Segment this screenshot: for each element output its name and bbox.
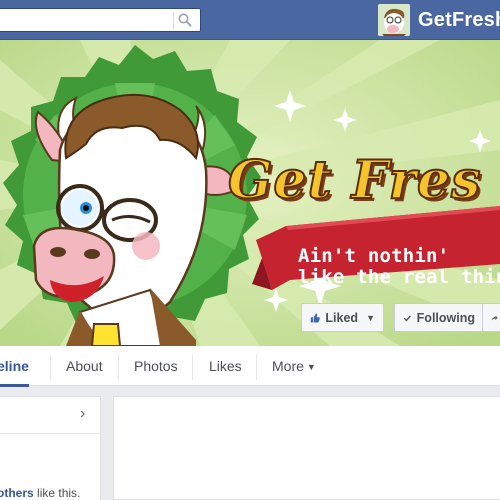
cover-slogan-line-1: Ain't nothin' (298, 245, 450, 267)
search-divider (173, 12, 174, 29)
chevron-down-icon: ▼ (366, 312, 375, 323)
cover-slogan: Ain't nothin' like the real thin (298, 246, 500, 288)
thumbs-up-icon (310, 313, 320, 322)
main-content-card (113, 396, 500, 500)
checkmark-icon (403, 314, 411, 321)
tab-about[interactable]: About (66, 346, 103, 386)
chevron-right-icon[interactable]: › (80, 405, 85, 423)
caret-down-icon: ▼ (306, 362, 316, 372)
likes-text: others like this. (0, 486, 80, 500)
tab-divider (118, 354, 119, 380)
share-button[interactable] (482, 303, 500, 332)
liked-label: Liked (325, 310, 359, 325)
others-link[interactable]: others (0, 486, 34, 500)
search-input[interactable] (0, 8, 201, 32)
tab-timeline[interactable]: eline (0, 346, 29, 387)
tab-divider (50, 354, 51, 380)
profile-link[interactable]: GetFresh (378, 4, 500, 36)
top-navigation-bar: GetFresh (0, 0, 500, 40)
tab-more[interactable]: More ▼ (272, 346, 316, 386)
tab-more-label: More (272, 358, 304, 374)
profile-name[interactable]: GetFresh (418, 9, 500, 32)
tab-likes[interactable]: Likes (209, 346, 242, 386)
likes-summary: others like this. (0, 474, 101, 500)
likes-suffix: like this. (33, 486, 81, 500)
tab-photos[interactable]: Photos (134, 346, 178, 386)
liked-button[interactable]: Liked ▼ (301, 303, 384, 332)
following-label: Following (416, 310, 475, 325)
cover-photo: Get Fres Ain't nothin' like the real thi… (0, 40, 500, 346)
following-button[interactable]: Following (394, 303, 484, 332)
search-icon[interactable] (177, 12, 193, 28)
tab-divider (256, 354, 257, 380)
share-arrow-icon (491, 315, 498, 320)
page-tabs: eline About Photos Likes More ▼ (0, 346, 500, 387)
cover-title: Get Fres (227, 149, 482, 212)
cow-avatar-icon (378, 4, 410, 36)
card-divider (0, 433, 101, 434)
cover-slogan-line-2: like the real thin (298, 266, 500, 288)
tab-divider (192, 354, 193, 380)
